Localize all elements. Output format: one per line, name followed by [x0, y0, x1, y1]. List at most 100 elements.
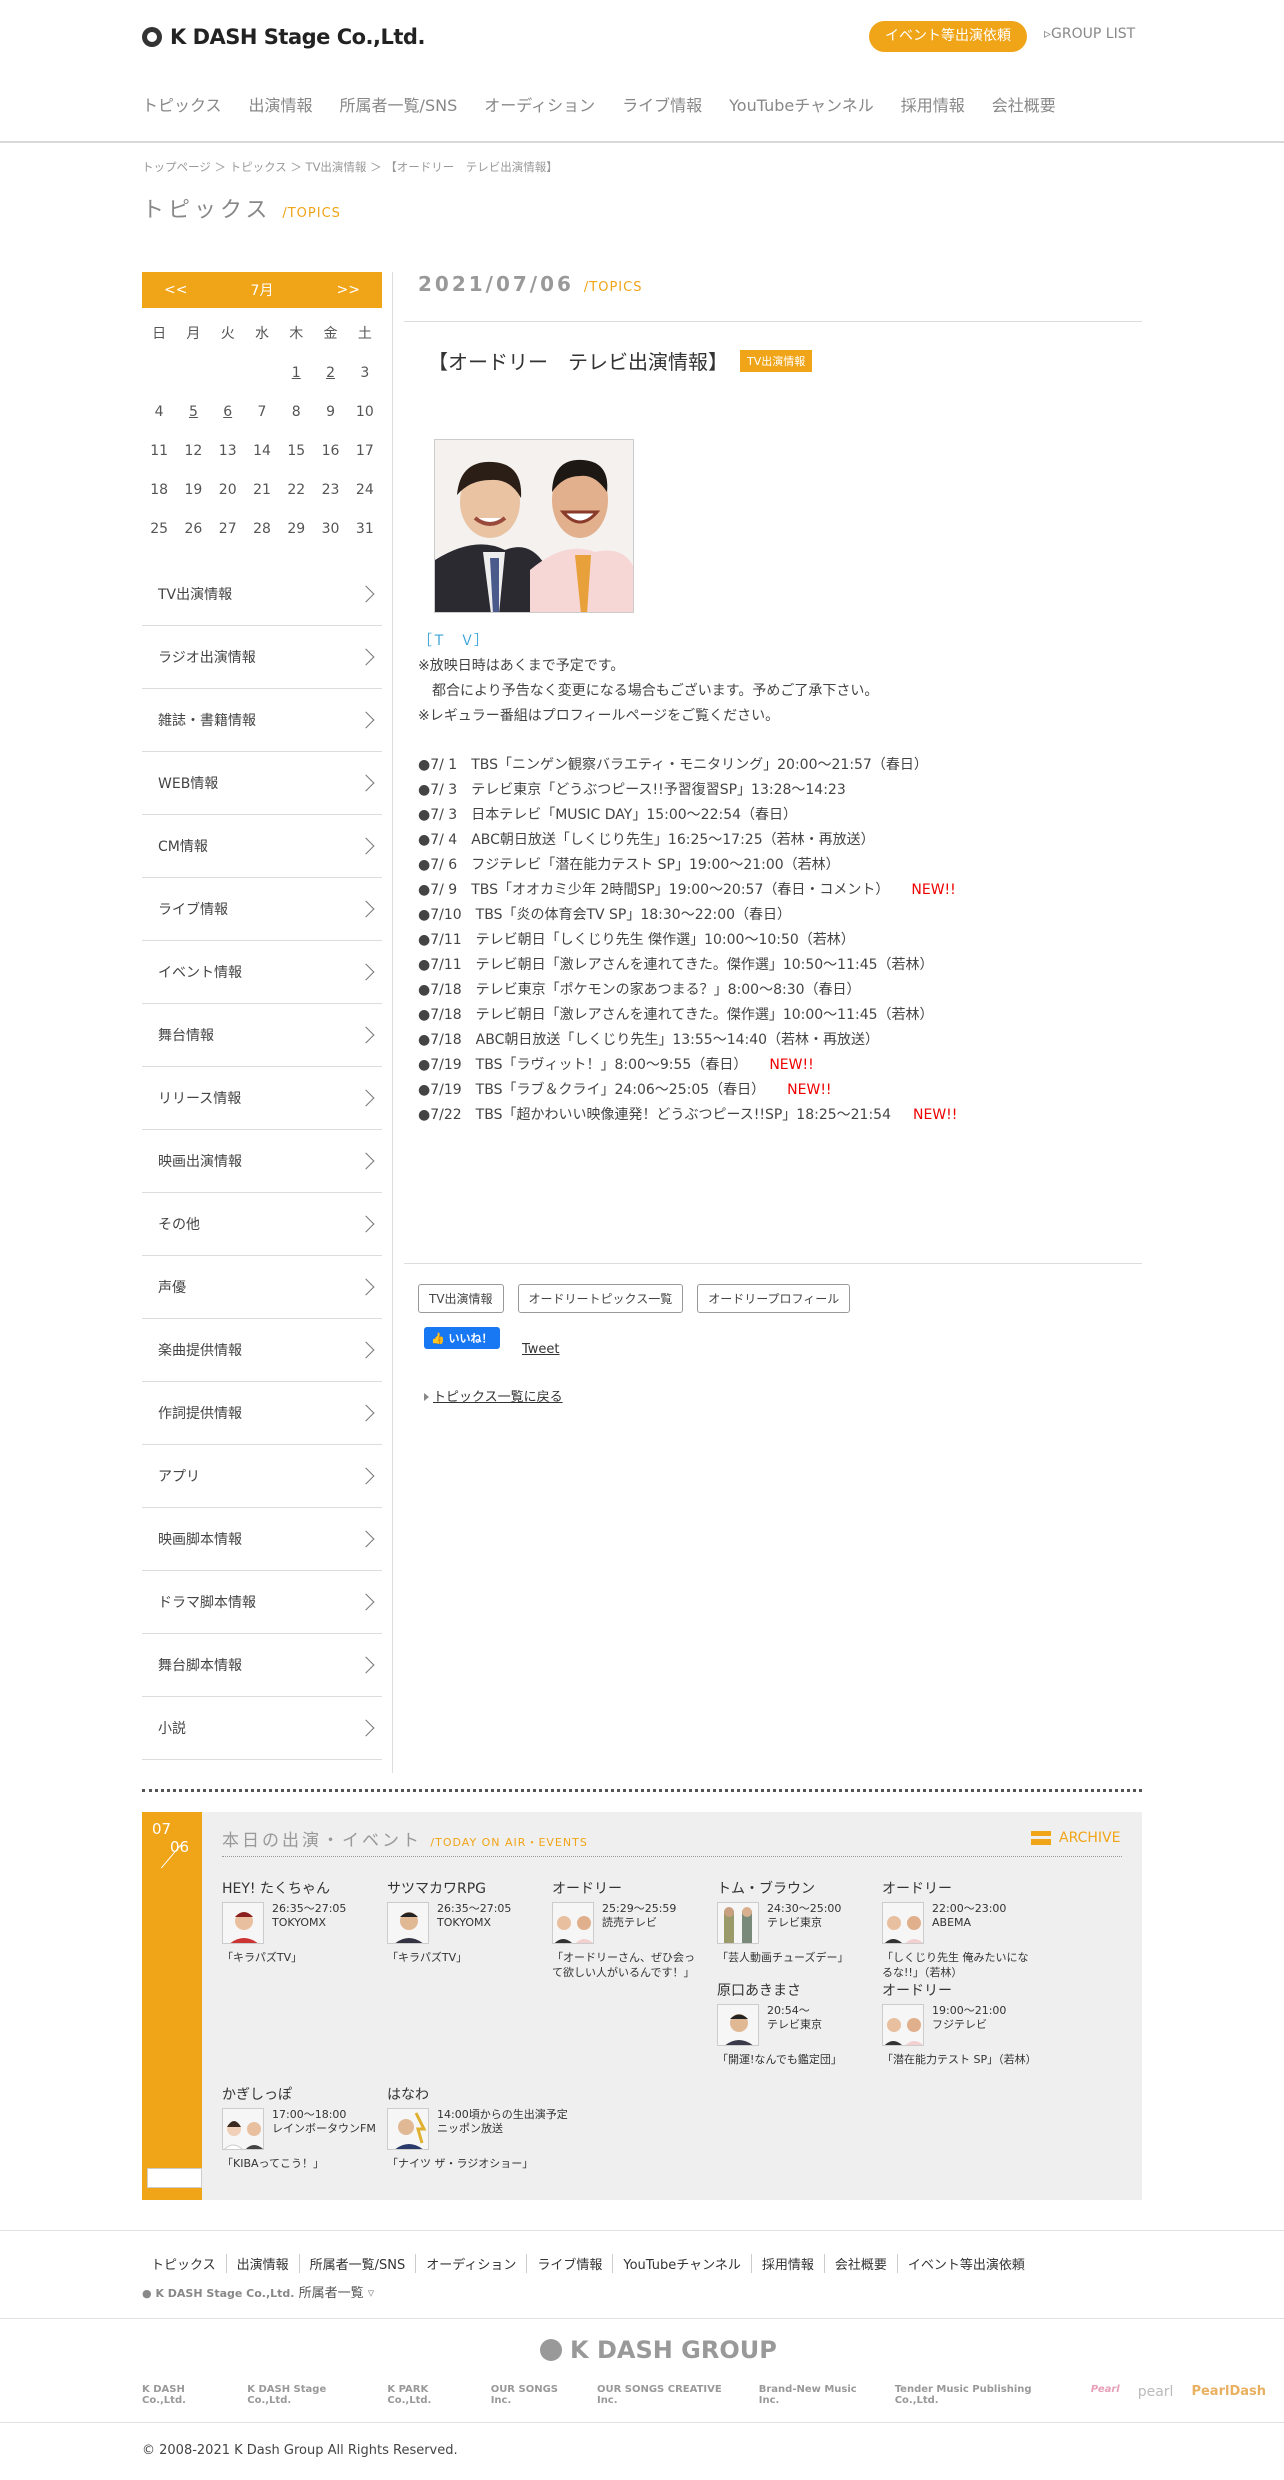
today-title: 本日の出演・イベント /TODAY ON AIR・EVENTS	[222, 1826, 588, 1851]
facebook-like-button[interactable]: 👍 いいね！	[424, 1327, 500, 1349]
calendar-day-link[interactable]: 6	[211, 402, 245, 441]
related-profile-button[interactable]: オードリープロフィール	[697, 1284, 851, 1313]
nav-company[interactable]: 会社概要	[992, 92, 1056, 116]
footer-nav-audition[interactable]: オーディション	[416, 2254, 528, 2273]
page-title-en: /TOPICS	[282, 206, 341, 221]
page-title: トピックス /TOPICS	[142, 192, 341, 224]
brand-logo[interactable]: PearlDash	[1191, 2384, 1266, 2406]
nav-members[interactable]: 所属者一覧/SNS	[340, 92, 458, 116]
category-item[interactable]: アプリ	[142, 1445, 382, 1508]
event-program: 「芸人動画チューズデー」	[717, 1951, 849, 1964]
tweet-link[interactable]: Tweet	[522, 1342, 560, 1357]
calendar-day: 24	[355, 482, 374, 498]
brand-logo[interactable]: Brand-New Music Inc.	[759, 2384, 877, 2406]
category-label: 作詞提供情報	[158, 1406, 242, 1422]
category-item[interactable]: 舞台情報	[142, 1004, 382, 1067]
category-item[interactable]: 映画脚本情報	[142, 1508, 382, 1571]
footer-nav-youtube[interactable]: YouTubeチャンネル	[613, 2254, 752, 2273]
category-item[interactable]: 小説	[142, 1697, 382, 1760]
calendar-day: 10	[355, 404, 374, 420]
related-topics-button[interactable]: オードリートピックス一覧	[517, 1284, 684, 1313]
archive-link[interactable]: ARCHIVE	[1031, 1830, 1120, 1846]
category-item[interactable]: WEB情報	[142, 752, 382, 815]
event-card[interactable]: かぎしっぽ 17:00～18:00 レインボータウンFM 「KIBAってこう！」	[222, 2084, 382, 2170]
event-card[interactable]: はなわ 14:00頃からの生出演予定 ニッポン放送 「ナイツ ザ・ラジオショー」	[387, 2084, 568, 2170]
category-item[interactable]: 楽曲提供情報	[142, 1319, 382, 1382]
chevron-right-icon	[357, 1152, 375, 1170]
category-item[interactable]: ラジオ出演情報	[142, 626, 382, 689]
calendar-day-link[interactable]: 5	[176, 402, 210, 441]
event-card[interactable]: HEY! たくちゃん 26:35～27:05 TOKYOMX 「キラパズTV」	[222, 1878, 382, 1964]
footer-nav-topics[interactable]: トピックス	[142, 2254, 227, 2273]
category-item[interactable]: 声優	[142, 1256, 382, 1319]
event-card[interactable]: 原口あきまさ 20:54～ テレビ東京 「開運!なんでも鑑定団」	[717, 1980, 877, 2066]
calendar-day-link[interactable]: 2	[313, 363, 347, 402]
date-input[interactable]	[147, 2168, 202, 2188]
calendar-day: 9	[326, 404, 335, 420]
event-card[interactable]: オードリー 25:29～25:59 読売テレビ 「オードリーさん、ぜひ会って欲し…	[552, 1878, 712, 1979]
brand-logo[interactable]: K PARK Co.,Ltd.	[387, 2384, 472, 2406]
footer-nav-recruit[interactable]: 採用情報	[752, 2254, 825, 2273]
schedule-item: ●7/ 9 TBS「オオカミ少年 2時間SP」19:00～20:57（春日・コメ…	[418, 878, 957, 903]
footer-nav-event-request[interactable]: イベント等出演依頼	[898, 2254, 1035, 2273]
footer-nav-members[interactable]: 所属者一覧/SNS	[300, 2254, 417, 2273]
category-item[interactable]: ドラマ脚本情報	[142, 1571, 382, 1634]
category-item[interactable]: CM情報	[142, 815, 382, 878]
brand-logo[interactable]: pearl	[1138, 2384, 1174, 2406]
brand-logo[interactable]: OUR SONGS CREATIVE Inc.	[597, 2384, 741, 2406]
category-label: イベント情報	[158, 965, 242, 981]
brand-logo[interactable]: K DASH Co.,Ltd.	[142, 2384, 229, 2406]
event-program: 「KIBAってこう！」	[222, 2157, 324, 2170]
nav-audition[interactable]: オーディション	[484, 92, 595, 116]
copyright: © 2008-2021 K Dash Group All Rights Rese…	[142, 2443, 458, 2458]
schedule-text: ●7/ 4 ABC朝日放送「しくじり先生」16:25～17:25（若林・再放送）	[418, 832, 875, 848]
nav-appearances[interactable]: 出演情報	[249, 92, 313, 116]
related-tv-button[interactable]: TV出演情報	[418, 1284, 504, 1313]
nav-recruit[interactable]: 採用情報	[901, 92, 965, 116]
group-list-link[interactable]: ▹GROUP LIST	[1044, 26, 1135, 42]
event-request-button[interactable]: イベント等出演依頼	[869, 21, 1027, 52]
brand-logo[interactable]: Tender Music Publishing Co.,Ltd.	[895, 2384, 1073, 2406]
category-item[interactable]: TV出演情報	[142, 563, 382, 626]
brand-logo[interactable]: K DASH Stage Co.,Ltd.	[247, 2384, 369, 2406]
event-time: 19:00～21:00 フジテレビ	[932, 2004, 1007, 2031]
nav-live[interactable]: ライブ情報	[622, 92, 702, 116]
footer-nav-live[interactable]: ライブ情報	[527, 2254, 614, 2273]
category-item[interactable]: ライブ情報	[142, 878, 382, 941]
article-footer-divider	[404, 1263, 1142, 1264]
brand-logo[interactable]: OUR SONGS Inc.	[491, 2384, 579, 2406]
event-card[interactable]: サツマカワRPG 26:35～27:05 TOKYOMX 「キラパズTV」	[387, 1878, 547, 1964]
category-item[interactable]: 作詞提供情報	[142, 1382, 382, 1445]
category-item[interactable]: 雑誌・書籍情報	[142, 689, 382, 752]
calendar-day: 31	[355, 521, 374, 537]
calendar-next[interactable]: >>	[337, 282, 360, 298]
nav-topics[interactable]: トピックス	[142, 92, 222, 116]
category-item[interactable]: 映画出演情報	[142, 1130, 382, 1193]
calendar-prev[interactable]: <<	[164, 282, 187, 298]
category-tag[interactable]: TV出演情報	[740, 349, 813, 372]
category-item[interactable]: イベント情報	[142, 941, 382, 1004]
footer-nav-company[interactable]: 会社概要	[825, 2254, 898, 2273]
calendar-day-link[interactable]: 1	[279, 363, 313, 402]
category-item[interactable]: リリース情報	[142, 1067, 382, 1130]
event-card[interactable]: オードリー 22:00～23:00 ABEMA 「しくじり先生 俺みたいになるな…	[882, 1878, 1042, 1979]
category-item[interactable]: その他	[142, 1193, 382, 1256]
footer-sub-logo-text: K DASH Stage Co.,Ltd.	[155, 2287, 295, 2300]
category-item[interactable]: 舞台脚本情報	[142, 1634, 382, 1697]
thumb-illustration	[388, 1903, 428, 1943]
breadcrumb[interactable]: トップページ ＞ トピックス ＞ TV出演情報 ＞ 【オードリー テレビ出演情報…	[142, 159, 558, 175]
event-card[interactable]: オードリー 19:00～21:00 フジテレビ 「潜在能力テスト SP」（若林）	[882, 1980, 1042, 2066]
nav-youtube[interactable]: YouTubeチャンネル	[729, 92, 874, 116]
event-program: 「潜在能力テスト SP」（若林）	[882, 2053, 1037, 2066]
chevron-right-icon	[357, 1215, 375, 1233]
calendar-day	[142, 363, 176, 402]
footer-nav-appearances[interactable]: 出演情報	[227, 2254, 300, 2273]
event-card[interactable]: トム・ブラウン 24:30～25:00 テレビ東京 「芸人動画チューズデー」	[717, 1878, 877, 1964]
calendar-day: 30	[321, 521, 340, 537]
back-to-topics-link[interactable]: トピックス一覧に戻る	[424, 1386, 563, 1405]
site-logo[interactable]: K DASH Stage Co.,Ltd.	[142, 25, 425, 49]
calendar-day: 12	[184, 443, 203, 459]
footer-members-toggle[interactable]: ● K DASH Stage Co.,Ltd. 所属者一覧 ▿	[142, 2282, 374, 2301]
brand-logo[interactable]: Pearl	[1091, 2384, 1120, 2406]
schedule-item: ●7/10 TBS「炎の体育会TV SP」18:30～22:00（春日）	[418, 903, 957, 928]
